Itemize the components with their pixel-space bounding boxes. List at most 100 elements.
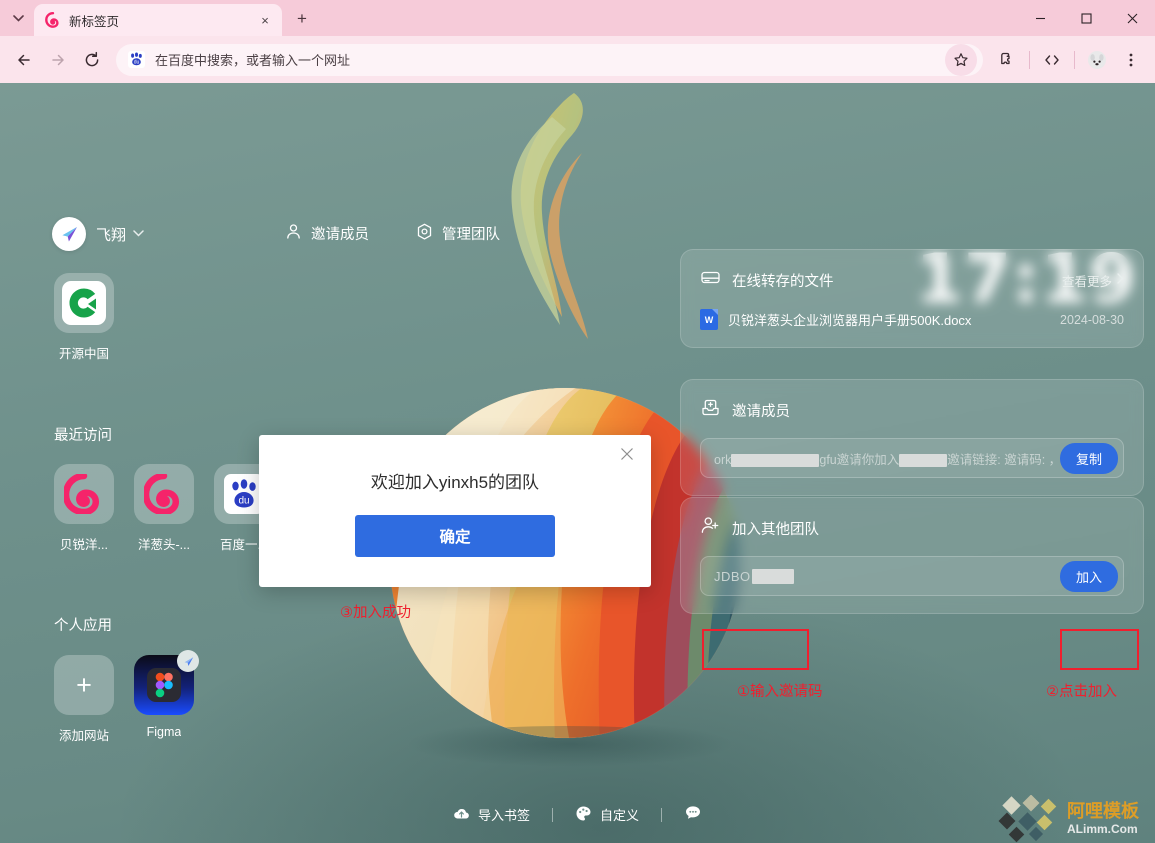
pinned-apps-row: 开源中国 bbox=[50, 273, 118, 362]
recent-tile-2[interactable]: 洋葱头-... bbox=[130, 464, 198, 553]
recent-tile-1[interactable]: 贝锐洋... bbox=[50, 464, 118, 553]
card-header: 加入其他团队 bbox=[700, 515, 1124, 541]
person-plus-icon bbox=[700, 515, 721, 541]
card-title: 加入其他团队 bbox=[732, 521, 819, 538]
add-site-tile[interactable]: + 添加网站 bbox=[50, 655, 118, 744]
team-name: 飞翔 bbox=[96, 226, 127, 244]
feedback-button[interactable] bbox=[662, 804, 724, 825]
invite-code-value: JDBO bbox=[714, 568, 1060, 584]
card-header: 邀请成员 bbox=[700, 397, 1124, 423]
extensions-puzzle-icon[interactable] bbox=[991, 44, 1023, 76]
annotation-step2: ②点击加入 bbox=[1046, 684, 1117, 700]
modal-confirm-button[interactable]: 确定 bbox=[355, 515, 555, 557]
forward-button[interactable] bbox=[42, 44, 74, 76]
drive-icon bbox=[700, 267, 721, 293]
onion-icon bbox=[134, 464, 194, 524]
invite-member-action[interactable]: 邀请成员 bbox=[285, 223, 369, 244]
watermark-title: 阿哩模板 bbox=[1067, 800, 1140, 822]
close-window-button[interactable] bbox=[1109, 0, 1155, 36]
minimize-button[interactable] bbox=[1017, 0, 1063, 36]
annotation-step3: ③加入成功 bbox=[340, 605, 411, 621]
new-tab-button[interactable]: + bbox=[288, 5, 316, 33]
app-label: 贝锐洋... bbox=[60, 538, 108, 552]
new-tab-page: 飞翔 邀请成员 管理团队 17:19 开源中国 最近访问 贝锐洋... 洋葱头-… bbox=[0, 83, 1155, 843]
personal-section-title: 个人应用 bbox=[54, 618, 112, 634]
invite-member-label: 邀请成员 bbox=[311, 227, 369, 243]
back-button[interactable] bbox=[8, 44, 40, 76]
card-title: 在线转存的文件 bbox=[732, 273, 834, 290]
customize-label: 自定义 bbox=[600, 808, 640, 823]
window-controls bbox=[1017, 0, 1155, 36]
customize-button[interactable]: 自定义 bbox=[553, 805, 661, 825]
online-files-card: 在线转存的文件 查看更多 W 贝锐洋葱头企业浏览器用户手册500K.docx 2… bbox=[680, 249, 1144, 348]
view-more-link[interactable]: 查看更多 bbox=[1062, 271, 1124, 290]
modal-title: 欢迎加入yinxh5的团队 bbox=[370, 473, 540, 492]
team-actions: 邀请成员 管理团队 bbox=[285, 223, 500, 244]
import-bookmarks-label: 导入书签 bbox=[477, 808, 530, 823]
devtools-code-brackets-icon[interactable] bbox=[1036, 44, 1068, 76]
app-label: 洋葱头-... bbox=[137, 538, 191, 552]
palette-icon bbox=[575, 805, 592, 825]
tab-search-chevron-down-icon[interactable] bbox=[4, 4, 32, 32]
view-more-label: 查看更多 bbox=[1061, 274, 1112, 289]
chat-bubble-icon bbox=[684, 804, 702, 825]
tab-strip: 新标签页 × + bbox=[0, 0, 1155, 36]
address-bar-text: 在百度中搜索，或者输入一个网址 bbox=[155, 53, 351, 68]
recent-sites-row: 贝锐洋... 洋葱头-... du 百度一... bbox=[50, 464, 278, 553]
browser-toolbar: du 在百度中搜索，或者输入一个网址 bbox=[0, 36, 1155, 83]
address-bar[interactable]: du 在百度中搜索，或者输入一个网址 bbox=[116, 43, 983, 76]
chevron-down-icon[interactable] bbox=[133, 229, 144, 240]
modal-close-icon[interactable] bbox=[616, 443, 638, 465]
join-button[interactable]: 加入 bbox=[1059, 560, 1118, 592]
annotation-box-join-button bbox=[1060, 629, 1139, 670]
app-label: 添加网站 bbox=[58, 729, 109, 743]
file-row[interactable]: W 贝锐洋葱头企业浏览器用户手册500K.docx 2024-08-30 bbox=[700, 309, 1124, 330]
team-switcher[interactable]: 飞翔 bbox=[52, 216, 144, 252]
paper-plane-icon bbox=[52, 217, 86, 251]
toolbar-divider-2 bbox=[1074, 50, 1075, 69]
join-team-card: 加入其他团队 JDBO 加入 bbox=[680, 497, 1144, 614]
watermark-subtitle: ALimm.Com bbox=[1067, 822, 1138, 836]
manage-team-action[interactable]: 管理团队 bbox=[416, 223, 500, 244]
annotation-box-input bbox=[702, 629, 809, 670]
bookmark-star-icon[interactable] bbox=[945, 43, 977, 76]
onion-icon bbox=[45, 12, 61, 28]
paper-plane-badge-icon bbox=[177, 650, 199, 672]
three-dot-menu-icon[interactable] bbox=[1115, 44, 1147, 76]
invite-link-field[interactable]: orkgfu邀请你加入邀请链接: 邀请码: ，在... 复制 bbox=[700, 438, 1124, 478]
svg-text:du: du bbox=[134, 60, 140, 66]
recent-section-title: 最近访问 bbox=[54, 428, 112, 444]
word-doc-icon: W bbox=[700, 309, 718, 330]
maximize-button[interactable] bbox=[1063, 0, 1109, 36]
card-title: 邀请成员 bbox=[732, 403, 790, 420]
chevron-right-icon bbox=[1117, 273, 1124, 287]
tab-close-icon[interactable]: × bbox=[256, 11, 274, 29]
browser-tab[interactable]: 新标签页 × bbox=[34, 4, 282, 36]
svg-text:du: du bbox=[238, 496, 249, 507]
toolbar-divider bbox=[1029, 50, 1030, 69]
browser-window: 新标签页 × + du 在百度中搜索，或者输入一个网址 飞翔 邀请成员 管理团队… bbox=[0, 0, 1155, 843]
manage-team-label: 管理团队 bbox=[442, 227, 500, 243]
plus-icon: + bbox=[54, 655, 114, 715]
invite-code-input[interactable]: JDBO 加入 bbox=[700, 556, 1124, 596]
baidu-icon: du bbox=[128, 51, 145, 68]
file-name: 贝锐洋葱头企业浏览器用户手册500K.docx bbox=[728, 313, 972, 328]
figma-icon bbox=[134, 650, 199, 715]
inbox-plus-icon bbox=[700, 397, 721, 423]
annotation-step1: ①输入邀请码 bbox=[737, 684, 823, 700]
watermark: 阿哩模板 ALimm.Com bbox=[995, 794, 1155, 843]
app-tile-oschina[interactable]: 开源中国 bbox=[50, 273, 118, 362]
welcome-modal: 欢迎加入yinxh5的团队 确定 bbox=[259, 435, 651, 587]
cloud-upload-icon bbox=[453, 805, 470, 825]
import-bookmarks-button[interactable]: 导入书签 bbox=[431, 805, 552, 825]
page-bottom-bar: 导入书签 自定义 bbox=[0, 804, 1155, 825]
onion-icon bbox=[54, 464, 114, 524]
profile-avatar-icon[interactable] bbox=[1081, 44, 1113, 76]
gear-outline-icon bbox=[416, 223, 433, 244]
invite-member-card: 邀请成员 orkgfu邀请你加入邀请链接: 邀请码: ，在... 复制 bbox=[680, 379, 1144, 496]
reload-button[interactable] bbox=[76, 44, 108, 76]
figma-tile[interactable]: Figma bbox=[130, 650, 199, 744]
app-label: 开源中国 bbox=[58, 347, 109, 361]
copy-button[interactable]: 复制 bbox=[1059, 442, 1118, 474]
app-label: Figma bbox=[146, 725, 182, 739]
